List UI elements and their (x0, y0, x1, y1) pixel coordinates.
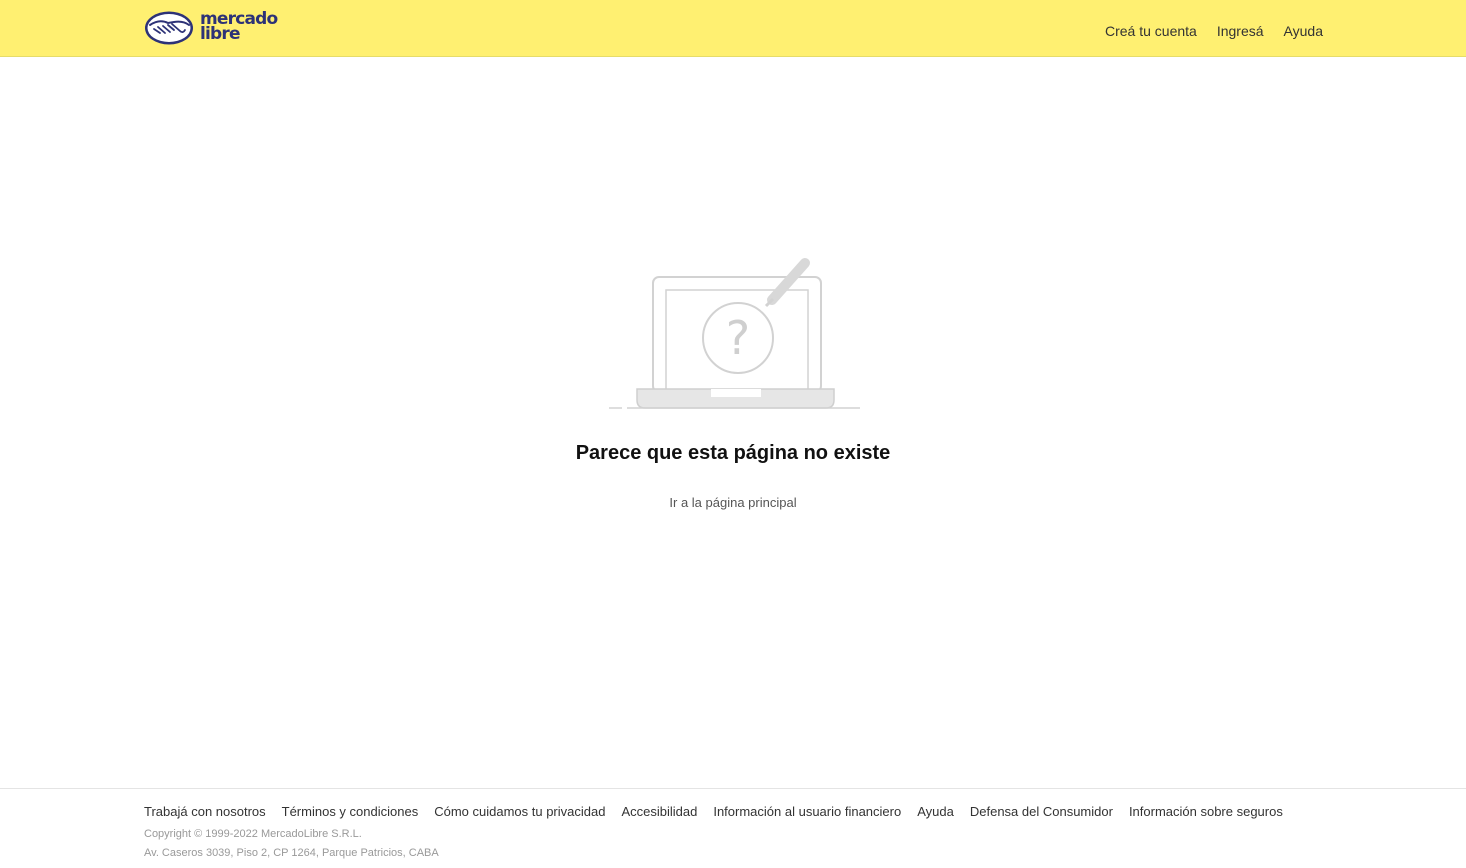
logo-text-libre: libre (200, 24, 241, 44)
footer-link-financial-info[interactable]: Información al usuario financiero (713, 803, 901, 821)
footer-link-insurance-info[interactable]: Información sobre seguros (1129, 803, 1283, 821)
footer-links: Trabajá con nosotros Términos y condicio… (144, 803, 1283, 821)
error-title: Parece que esta página no existe (575, 442, 891, 464)
header-nav: Creá tu cuenta Ingresá Ayuda (1105, 22, 1323, 40)
create-account-link[interactable]: Creá tu cuenta (1105, 22, 1197, 40)
footer-link-accessibility[interactable]: Accesibilidad (621, 803, 697, 821)
footer: Trabajá con nosotros Términos y condicio… (0, 788, 1466, 868)
address-text: Av. Caseros 3039, Piso 2, CP 1264, Parqu… (144, 847, 439, 859)
footer-link-consumer-defense[interactable]: Defensa del Consumidor (970, 803, 1113, 821)
handshake-icon (145, 11, 193, 45)
footer-link-terms[interactable]: Términos y condiciones (282, 803, 419, 821)
home-link-wrapper: Ir a la página principal (0, 494, 1466, 512)
login-link[interactable]: Ingresá (1217, 22, 1264, 40)
laptop-question-icon: ? (609, 258, 860, 409)
home-link[interactable]: Ir a la página principal (669, 495, 796, 510)
copyright-text: Copyright © 1999-2022 MercadoLibre S.R.L… (144, 828, 362, 840)
svg-text:?: ? (726, 311, 750, 365)
mercadolibre-logo[interactable]: mercado libre (144, 9, 284, 47)
top-header: mercado libre Creá tu cuenta Ingresá Ayu… (0, 0, 1466, 57)
help-link[interactable]: Ayuda (1284, 22, 1323, 40)
footer-link-work-with-us[interactable]: Trabajá con nosotros (144, 803, 266, 821)
footer-link-help[interactable]: Ayuda (917, 803, 954, 821)
footer-link-privacy[interactable]: Cómo cuidamos tu privacidad (434, 803, 605, 821)
